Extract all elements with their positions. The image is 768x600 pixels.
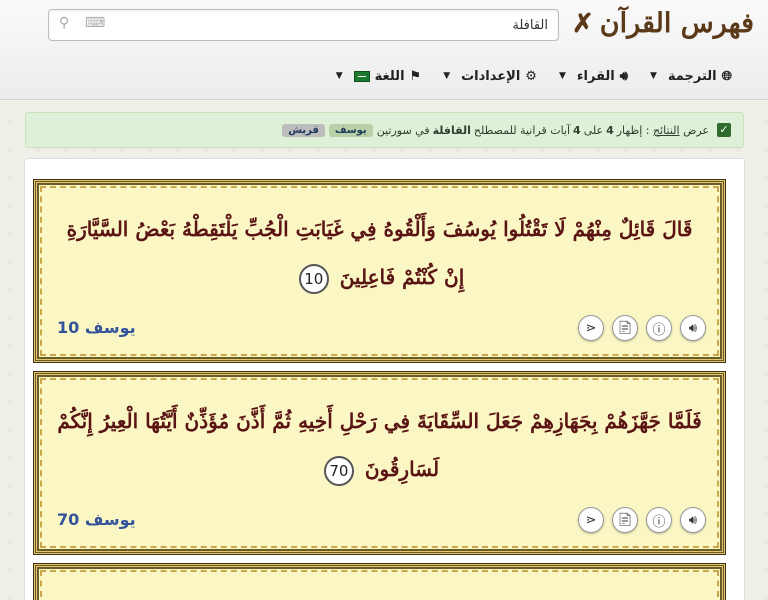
speaker-icon: 🔊︎	[619, 68, 628, 84]
caret-down-icon: ▼	[335, 71, 343, 81]
search-term: القافلة	[432, 123, 471, 137]
alert-showing: إظهار	[616, 123, 643, 137]
menu-reciters[interactable]: 🔊︎ القراء ▼	[559, 63, 628, 89]
pdf-icon[interactable]: 📄︎	[612, 315, 638, 341]
menu-settings[interactable]: ⚙ الإعدادات ▼	[443, 63, 537, 89]
ayah-card: فَلَمَّا جَهَّزَهُمْ بِجَهَازِهِمْ جَعَل…	[34, 372, 725, 554]
ayah-number-badge: 10	[298, 263, 329, 294]
globe-icon: 🌐︎	[721, 68, 732, 84]
ayah-reference[interactable]: يوسف 10	[57, 318, 136, 337]
caret-down-icon: ▼	[558, 71, 566, 81]
menu-translation-label: الترجمة	[667, 68, 717, 84]
share-icon[interactable]: ⋖	[578, 507, 604, 533]
alert-colon: :	[645, 123, 650, 137]
pdf-icon[interactable]: 📄︎	[612, 507, 638, 533]
results-link[interactable]: النتائج	[653, 124, 680, 137]
saudi-flag-icon	[353, 70, 370, 82]
ayah-text: فَلَمَّا جَهَّزَهُمْ بِجَهَازِهِمْ جَعَل…	[57, 397, 702, 493]
keyboard-icon[interactable]: ⌨	[85, 15, 105, 31]
results-summary-alert: ✓ عرض النتائج : إظهار 4 على 4 آيات قراني…	[25, 112, 744, 148]
alert-prefix: عرض	[683, 123, 709, 137]
quill-icon: ✗	[571, 8, 594, 39]
alert-in-surahs: في سورتين	[376, 123, 430, 137]
alert-verses-for-term: آيات قرانية للمصطلح	[473, 123, 571, 137]
audio-icon[interactable]: 🔊︎	[680, 315, 706, 341]
site-title: فهرس القرآن	[599, 8, 754, 39]
surah-tag-quraysh[interactable]: قريش	[282, 123, 325, 137]
menu-language[interactable]: ⚑ اللغة ▼	[336, 63, 421, 89]
main-menu: 🌐︎ الترجمة ▼ 🔊︎ القراء ▼ ⚙ الإعدادات ▼ ⚑…	[0, 63, 768, 89]
flag-icon: ⚑	[409, 68, 422, 84]
results-panel: قَالَ قَائِلٌ مِنْهُمْ لَا تَقْتُلُوا يُ…	[24, 158, 745, 600]
surah-tag-yusuf[interactable]: يوسف	[328, 123, 373, 137]
ayah-reference[interactable]: يوسف 70	[57, 510, 136, 529]
info-icon[interactable]: ⓘ	[646, 315, 672, 341]
ayah-verse: فَلَمَّا جَهَّزَهُمْ بِجَهَازِهِمْ جَعَل…	[57, 409, 702, 481]
ayah-card: قَالَ قَائِلٌ مِنْهُمْ لَا تَقْتُلُوا يُ…	[34, 180, 725, 362]
top-navbar: فهرس القرآن ✗ ⌨ ⚲ 🌐︎ الترجمة ▼ 🔊︎ القراء…	[0, 0, 768, 100]
info-icon[interactable]: ⓘ	[646, 507, 672, 533]
menu-reciters-label: القراء	[576, 68, 615, 84]
menu-translation[interactable]: 🌐︎ الترجمة ▼	[650, 63, 732, 89]
shown-count: 4	[606, 123, 614, 137]
share-icon[interactable]: ⋖	[578, 315, 604, 341]
check-icon: ✓	[717, 123, 731, 137]
menu-language-label: اللغة	[374, 68, 405, 84]
ayah-number-badge: 70	[323, 455, 354, 486]
ayah-verse: قَالَ قَائِلٌ مِنْهُمْ لَا تَقْتُلُوا يُ…	[66, 217, 693, 289]
menu-settings-label: الإعدادات	[461, 68, 521, 84]
caret-down-icon: ▼	[649, 71, 657, 81]
ornamental-border	[34, 564, 725, 600]
audio-icon[interactable]: 🔊︎	[680, 507, 706, 533]
ayah-text: قَالَ قَائِلٌ مِنْهُمْ لَا تَقْتُلُوا يُ…	[57, 205, 702, 301]
ayah-toolbar: 🔊︎ ⓘ 📄︎ ⋖	[578, 315, 706, 341]
ayah-toolbar: 🔊︎ ⓘ 📄︎ ⋖	[578, 507, 706, 533]
search-input[interactable]	[148, 14, 548, 36]
search-icon[interactable]: ⚲	[59, 15, 69, 31]
ayah-card-partial	[34, 564, 725, 600]
search-box: ⌨ ⚲	[48, 9, 559, 41]
caret-down-icon: ▼	[443, 71, 451, 81]
site-brand[interactable]: فهرس القرآن ✗	[572, 8, 754, 39]
total-count: 4	[573, 123, 581, 137]
gear-icon: ⚙	[525, 68, 537, 84]
alert-of: على	[583, 123, 604, 137]
